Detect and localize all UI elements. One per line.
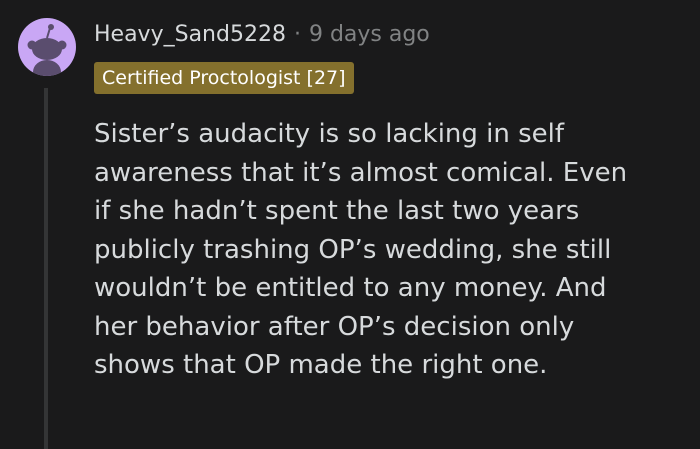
comment-body-line: awareness that it’s almost comical. Even bbox=[94, 157, 628, 188]
comment-body-line: if she hadn’t spent the last two years bbox=[94, 196, 580, 226]
separator-dot: · bbox=[293, 21, 301, 47]
thread-line[interactable] bbox=[44, 88, 48, 449]
comment-body: Sister’s audacity is so lacking in self … bbox=[94, 115, 684, 385]
snoo-avatar-icon bbox=[27, 24, 67, 76]
user-flair: Certified Proctologist [27] bbox=[94, 62, 354, 94]
avatar[interactable] bbox=[18, 18, 76, 76]
comment-body-line: her behavior after OP’s decision only bbox=[94, 311, 575, 342]
timestamp[interactable]: 9 days ago bbox=[309, 22, 430, 47]
comment-header: Heavy_Sand5228 · 9 days ago bbox=[94, 18, 430, 50]
username-link[interactable]: Heavy_Sand5228 bbox=[94, 22, 286, 47]
comment-body-line: publicly trashing OP’s wedding, she stil… bbox=[94, 234, 612, 265]
comment-body-line: shows that OP made the right one. bbox=[94, 350, 548, 380]
comment-body-line: wouldn’t be entitled to any money. And bbox=[94, 273, 607, 303]
comment-body-line: Sister’s audacity is so lacking in self bbox=[94, 119, 565, 149]
